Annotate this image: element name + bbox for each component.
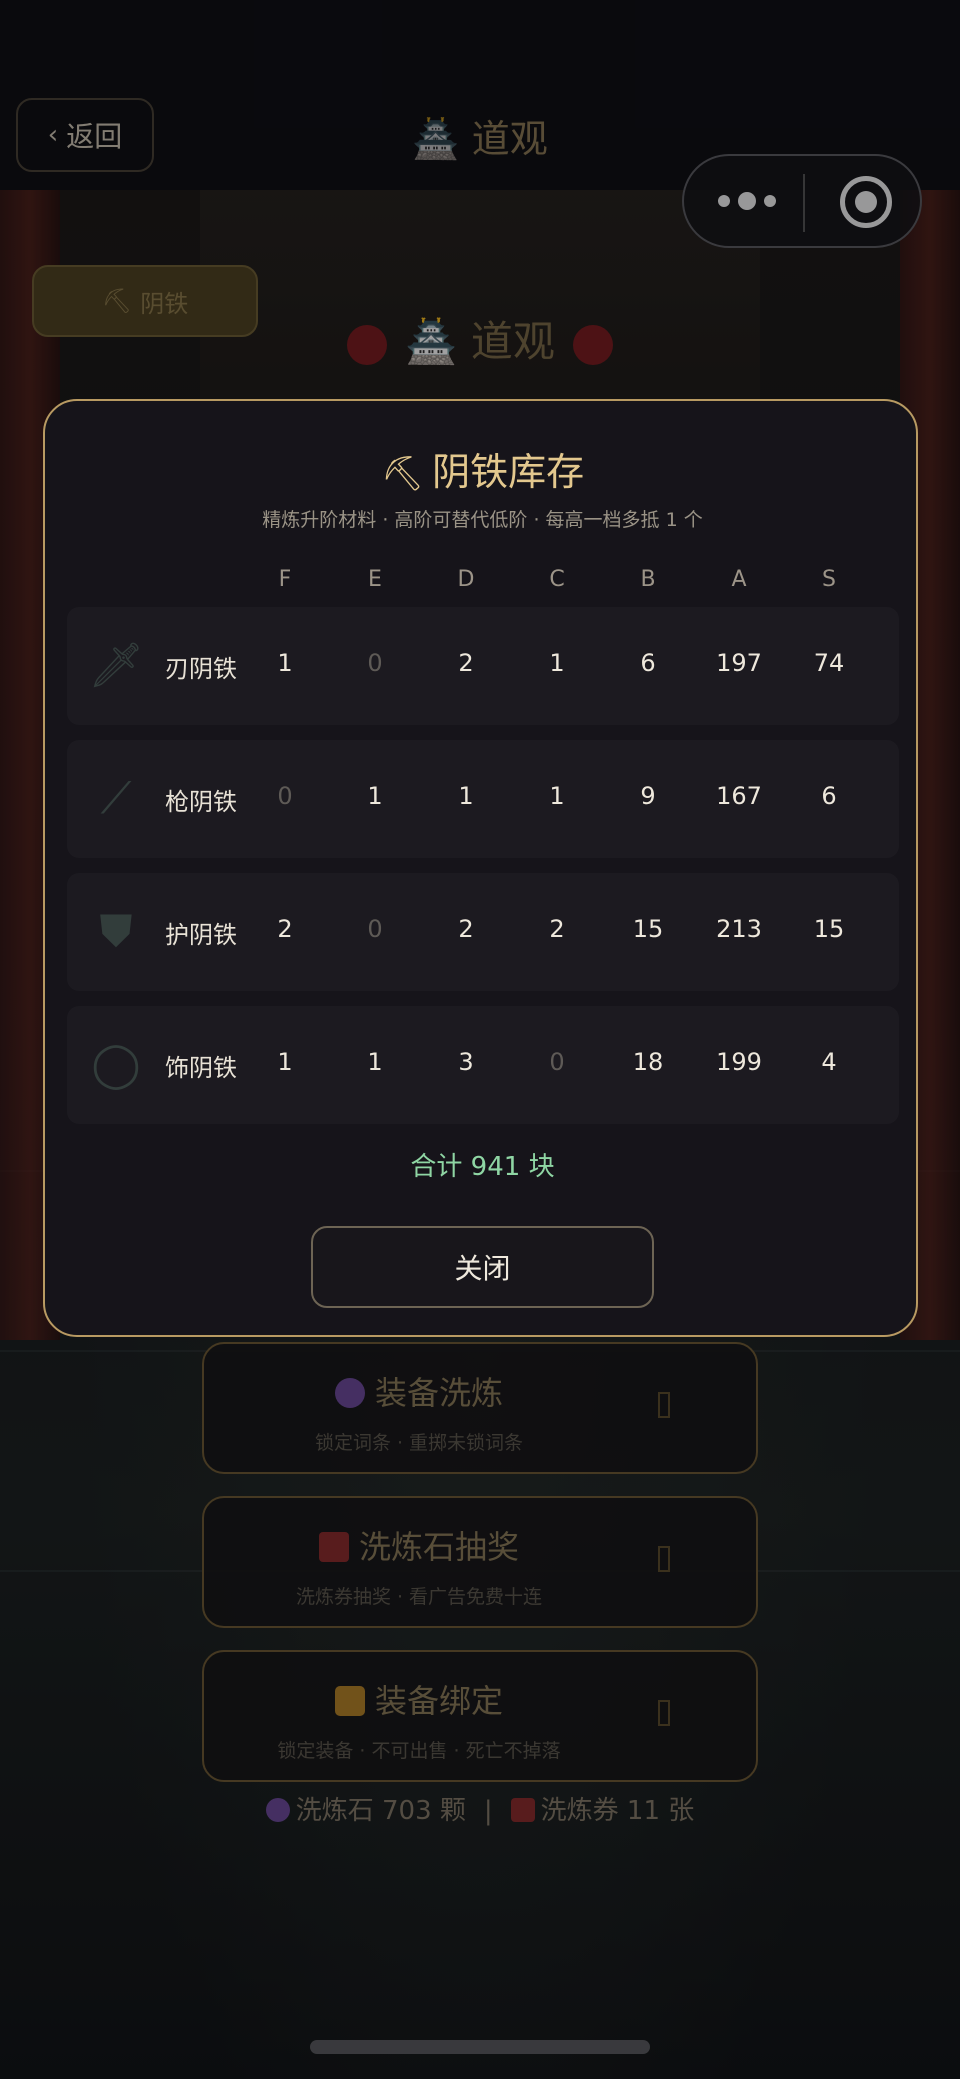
row-label: 护阴铁 bbox=[165, 921, 237, 949]
grade-count: 1 bbox=[549, 782, 565, 810]
app-root: ‹ 返回 🏯 道观 ⛏ 阴铁 🏯 道观 装备洗炼 锁定词条 · 重掷未锁词条 洗… bbox=[0, 0, 960, 2079]
grade-count: 6 bbox=[821, 782, 837, 810]
inventory-row-blade: 🗡 刃阴铁 1 0 2 1 6 197 74 bbox=[67, 607, 899, 725]
grade-count: 213 bbox=[716, 915, 762, 943]
grade-count: 197 bbox=[716, 649, 762, 677]
grade-count: 1 bbox=[277, 1048, 293, 1076]
grade-header: F bbox=[278, 567, 292, 592]
inventory-row-armor: ⛊ 护阴铁 2 0 2 2 15 213 15 bbox=[67, 873, 899, 991]
grade-count: 1 bbox=[367, 782, 383, 810]
shield-icon: ⛊ bbox=[99, 906, 133, 957]
grade-count: 3 bbox=[458, 1048, 474, 1076]
grade-count: 0 bbox=[367, 649, 383, 677]
grade-count: 15 bbox=[632, 915, 664, 943]
grade-header: D bbox=[457, 567, 475, 592]
inventory-row-spear: ⟋ 枪阴铁 0 1 1 1 9 167 6 bbox=[67, 740, 899, 858]
grade-count: 0 bbox=[367, 915, 383, 943]
grade-count: 0 bbox=[277, 782, 293, 810]
grade-header: C bbox=[549, 567, 565, 592]
modal-title: ⛏ 阴铁库存 bbox=[380, 450, 585, 494]
grade-count: 2 bbox=[277, 915, 293, 943]
grade-count: 167 bbox=[716, 782, 762, 810]
grade-count: 74 bbox=[813, 649, 845, 677]
spear-icon: ⟋ bbox=[100, 773, 132, 824]
inventory-row-accessory: ◯ 饰阴铁 1 1 3 0 18 199 4 bbox=[67, 1006, 899, 1124]
row-label: 枪阴铁 bbox=[165, 788, 237, 816]
grade-count: 2 bbox=[458, 649, 474, 677]
grade-count: 1 bbox=[458, 782, 474, 810]
grade-count: 15 bbox=[813, 915, 845, 943]
grade-header: B bbox=[640, 567, 656, 592]
inventory-modal: ⛏ 阴铁库存 精炼升阶材料 · 高阶可替代低阶 · 每高一档多抵 1 个 F E … bbox=[43, 399, 918, 1337]
grade-count: 9 bbox=[640, 782, 656, 810]
inventory-total: 合计 941 块 bbox=[410, 1152, 555, 1182]
pickaxe-icon: ⛏ bbox=[380, 454, 425, 494]
grade-count: 0 bbox=[549, 1048, 565, 1076]
grade-count: 1 bbox=[549, 649, 565, 677]
grade-count: 18 bbox=[632, 1048, 664, 1076]
blade-icon: 🗡 bbox=[88, 640, 144, 691]
grade-count: 1 bbox=[277, 649, 293, 677]
grade-count: 2 bbox=[458, 915, 474, 943]
grade-count: 1 bbox=[367, 1048, 383, 1076]
grade-count: 199 bbox=[716, 1048, 762, 1076]
close-button-label: 关闭 bbox=[454, 1252, 511, 1285]
grade-header: S bbox=[822, 567, 836, 592]
ring-icon: ◯ bbox=[91, 1039, 141, 1090]
grade-header: A bbox=[731, 567, 747, 592]
grade-header-row: F E D C B A S bbox=[45, 567, 920, 597]
close-button[interactable]: 关闭 bbox=[311, 1226, 654, 1308]
grade-count: 6 bbox=[640, 649, 656, 677]
row-label: 刃阴铁 bbox=[165, 655, 237, 683]
grade-count: 4 bbox=[821, 1048, 837, 1076]
grade-count: 2 bbox=[549, 915, 565, 943]
modal-subtitle: 精炼升阶材料 · 高阶可替代低阶 · 每高一档多抵 1 个 bbox=[262, 509, 703, 531]
grade-header: E bbox=[368, 567, 382, 592]
row-label: 饰阴铁 bbox=[165, 1054, 237, 1082]
